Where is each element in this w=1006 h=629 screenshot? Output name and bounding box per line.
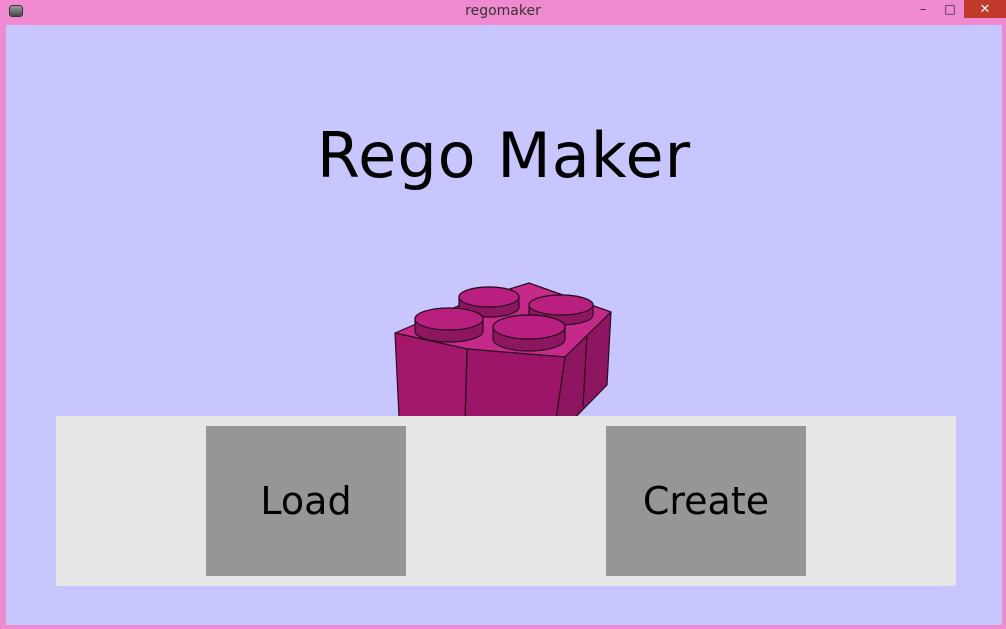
title-bar[interactable]: regomaker – □ ✕ [0, 0, 1006, 24]
button-panel: Load Create [56, 416, 956, 586]
main-canvas: Rego Maker Load Create [6, 25, 1002, 625]
page-title: Rego Maker [316, 119, 692, 192]
load-button[interactable]: Load [206, 426, 406, 576]
create-button[interactable]: Create [606, 426, 806, 576]
close-button[interactable]: ✕ [964, 0, 1006, 18]
app-window: regomaker – □ ✕ Rego Maker Load Create [0, 0, 1006, 629]
window-title: regomaker [465, 3, 541, 19]
lego-brick-icon [394, 282, 612, 417]
maximize-button[interactable]: □ [937, 0, 963, 18]
minimize-button[interactable]: – [910, 0, 936, 18]
